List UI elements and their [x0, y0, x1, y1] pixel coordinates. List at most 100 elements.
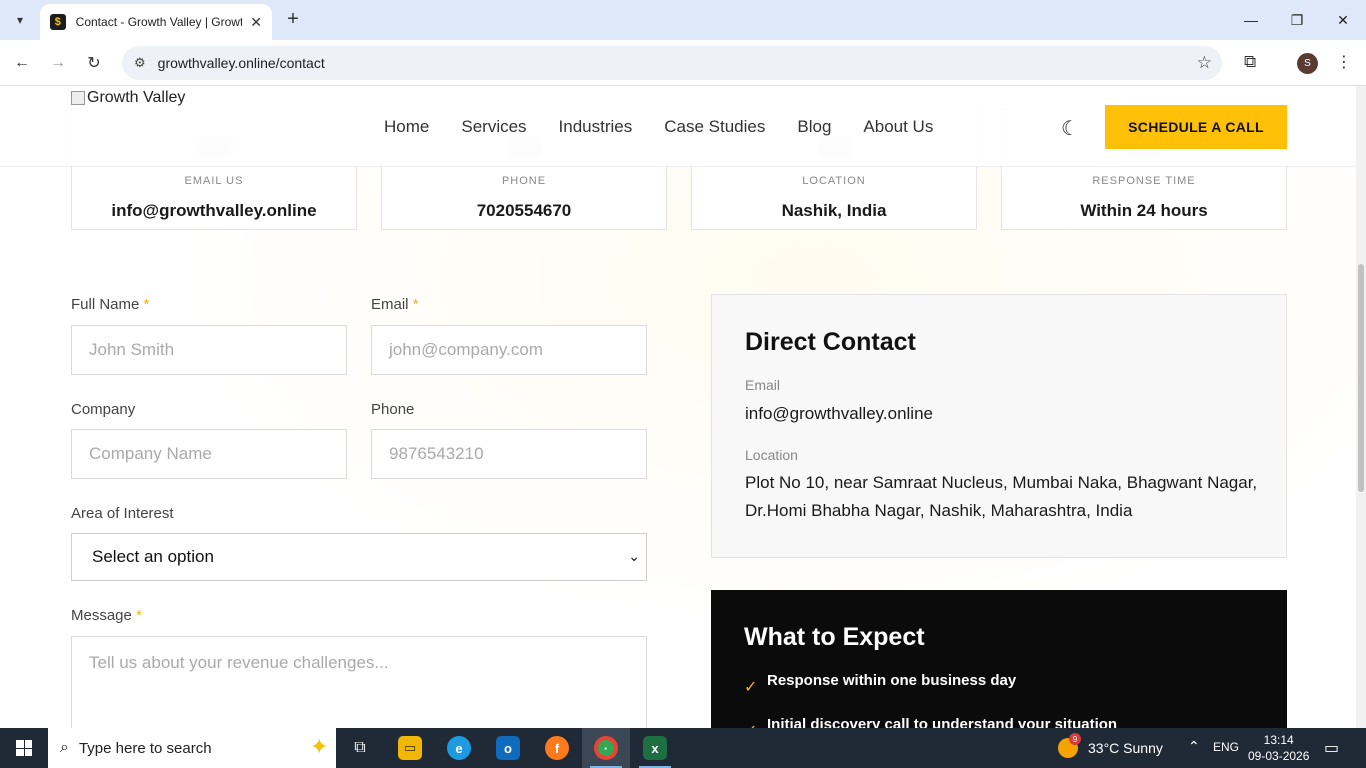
interest-select[interactable]: Select an option ⌄ — [71, 533, 647, 581]
windows-logo-icon — [16, 740, 32, 756]
bookmark-star-icon[interactable]: ☆ — [1197, 53, 1212, 73]
phone-label: Phone — [371, 401, 415, 418]
window-restore-icon[interactable]: ❐ — [1274, 0, 1320, 40]
required-asterisk: * — [412, 296, 419, 313]
extensions-puzzle-icon[interactable]: ⧉ — [1244, 52, 1256, 72]
select-value: Select an option — [92, 547, 214, 566]
system-clock[interactable]: 13:14 09-03-2026 — [1248, 732, 1309, 764]
direct-email-value[interactable]: info@growthvalley.online — [745, 400, 1265, 428]
nav-about-us[interactable]: About Us — [863, 117, 933, 137]
site-favicon-icon: $ — [50, 14, 66, 30]
firefox-icon[interactable]: f — [533, 728, 581, 768]
chevron-down-icon: ⌄ — [628, 548, 640, 564]
card-value: Nashik, India — [781, 201, 887, 220]
browser-tabbar: ▾ $ Contact - Growth Valley | Growt ✕ + … — [0, 0, 1366, 40]
card-value: Within 24 hours — [1080, 201, 1208, 220]
language-indicator[interactable]: ENG — [1213, 740, 1239, 754]
card-label: LOCATION — [802, 175, 866, 187]
clock-time: 13:14 — [1263, 733, 1294, 747]
scrollbar-thumb[interactable] — [1358, 264, 1364, 492]
window-close-icon[interactable]: ✕ — [1320, 0, 1366, 40]
email-label: Email * — [371, 296, 419, 313]
url-text[interactable]: growthvalley.online/contact — [158, 55, 325, 71]
nav-home[interactable]: Home — [384, 117, 429, 137]
browser-toolbar: ← → ↻ ⚙ growthvalley.online/contact ☆ ⧉ … — [0, 40, 1366, 86]
browser-menu-icon[interactable]: ⋮ — [1336, 52, 1352, 72]
window-minimize-icon[interactable]: — — [1228, 0, 1274, 40]
label-text: Email — [371, 296, 409, 313]
direct-location-label: Location — [745, 447, 798, 463]
file-explorer-icon[interactable]: ▭ — [386, 728, 434, 768]
nav-case-studies[interactable]: Case Studies — [664, 117, 765, 137]
required-asterisk: * — [136, 607, 142, 624]
what-to-expect-panel: What to Expect ✓ Response within one bus… — [711, 590, 1287, 728]
logo-alt-text: Growth Valley — [87, 89, 186, 106]
label-text: Full Name — [71, 296, 140, 313]
weather-widget[interactable]: 9 33°C Sunny — [1058, 733, 1163, 758]
outlook-icon[interactable]: o — [484, 728, 532, 768]
page-scrollbar[interactable] — [1356, 86, 1366, 728]
search-highlight-icon: ✦ — [310, 734, 329, 759]
card-label: RESPONSE TIME — [1092, 175, 1196, 187]
chrome-icon[interactable]: · — [582, 728, 630, 768]
direct-location-value: Plot No 10, near Samraat Nucleus, Mumbai… — [745, 473, 1258, 520]
nav-services[interactable]: Services — [461, 117, 526, 137]
clock-date: 09-03-2026 — [1248, 749, 1310, 763]
excel-icon[interactable]: x — [631, 728, 679, 768]
search-icon: ⌕ — [60, 739, 69, 756]
expect-item-text: Response within one business day — [767, 672, 1017, 689]
phone-input[interactable]: 9876543210 — [371, 429, 647, 479]
full-name-input[interactable]: John Smith — [71, 325, 347, 375]
nav-blog[interactable]: Blog — [797, 117, 831, 137]
profile-avatar[interactable]: S — [1297, 53, 1318, 74]
main-nav: Home Services Industries Case Studies Bl… — [384, 117, 965, 137]
start-button[interactable] — [0, 728, 48, 768]
full-name-label: Full Name * — [71, 296, 149, 313]
checkmark-icon: ✓ — [744, 679, 758, 696]
site-info-icon[interactable]: ⚙ — [134, 55, 146, 71]
company-input[interactable]: Company Name — [71, 429, 347, 479]
search-placeholder: Type here to search — [78, 739, 212, 757]
expect-item: ✓ Response within one business day — [744, 672, 1016, 697]
site-logo[interactable]: Growth Valley — [71, 89, 185, 107]
direct-contact-panel: Direct Contact Email info@growthvalley.o… — [711, 294, 1287, 558]
weather-text: 33°C Sunny — [1088, 740, 1163, 756]
taskbar-search[interactable]: ⌕ Type here to search ✦ — [48, 728, 336, 768]
windows-taskbar: ⌕ Type here to search ✦ ⧉ ▭ e o f · x 9 … — [0, 728, 1366, 768]
browser-tab-active[interactable]: $ Contact - Growth Valley | Growt ✕ — [40, 4, 272, 40]
tray-chevron-up-icon[interactable]: ⌃ — [1188, 738, 1200, 755]
reload-icon[interactable]: ↻ — [82, 51, 106, 75]
message-textarea[interactable]: Tell us about your revenue challenges... — [71, 636, 647, 728]
page-viewport: EMAIL US info@growthvalley.online PHONE … — [0, 86, 1356, 728]
interest-label: Area of Interest — [71, 505, 174, 522]
sun-icon: 9 — [1058, 733, 1081, 758]
card-label: PHONE — [501, 175, 547, 187]
task-view-icon[interactable]: ⧉ — [336, 728, 384, 768]
edge-icon[interactable]: e — [435, 728, 483, 768]
tab-search-chevron-icon[interactable]: ▾ — [8, 8, 32, 32]
moon-icon[interactable]: ☾ — [1061, 116, 1079, 141]
notification-icon[interactable]: ▭ — [1324, 738, 1339, 758]
new-tab-plus-icon[interactable]: + — [282, 8, 304, 30]
label-text: Message — [71, 607, 132, 624]
email-input[interactable]: john@company.com — [371, 325, 647, 375]
card-value: info@growthvalley.online — [111, 201, 317, 220]
card-value: 7020554670 — [476, 201, 572, 220]
tab-close-icon[interactable]: ✕ — [250, 14, 262, 31]
checkmark-icon: ✓ — [744, 721, 767, 728]
site-header: Growth Valley Home Services Industries C… — [0, 86, 1356, 167]
direct-contact-title: Direct Contact — [745, 328, 916, 356]
broken-image-icon — [71, 91, 85, 105]
weather-badge: 9 — [1069, 733, 1081, 745]
forward-arrow-icon[interactable]: → — [46, 51, 70, 75]
address-bar[interactable]: ⚙ growthvalley.online/contact ☆ — [122, 46, 1222, 80]
schedule-call-button[interactable]: SCHEDULE A CALL — [1105, 105, 1287, 149]
nav-industries[interactable]: Industries — [559, 117, 633, 137]
direct-email-label: Email — [745, 377, 781, 393]
required-asterisk: * — [143, 296, 150, 313]
what-to-expect-title: What to Expect — [744, 623, 925, 651]
expect-item-text: Initial discovery call to understand you… — [767, 716, 1118, 728]
tab-title: Contact - Growth Valley | Growt — [75, 15, 243, 29]
message-label: Message * — [71, 607, 142, 624]
back-arrow-icon[interactable]: ← — [10, 51, 34, 75]
